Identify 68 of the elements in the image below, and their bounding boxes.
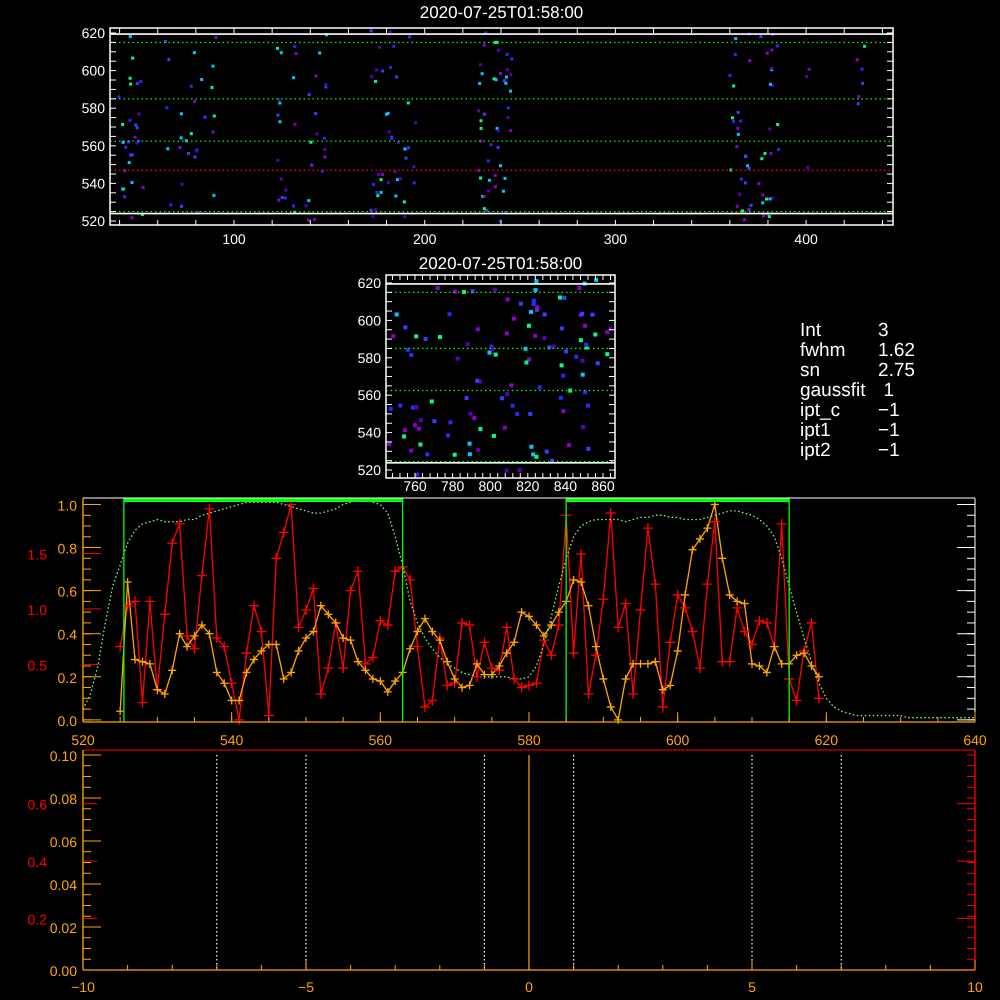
axis-tick-label: 5	[748, 979, 756, 995]
stat-label: ipt2	[800, 441, 832, 461]
axis-tick-label: 0.02	[50, 920, 77, 936]
stat-label: ipt1	[800, 421, 832, 441]
axis-tick-label: 640	[963, 732, 987, 748]
axis-tick-label: 520	[71, 732, 95, 748]
axis-tick-label: 780	[440, 478, 464, 494]
axis-tick-label: 580	[82, 100, 105, 116]
axis-tick-label: 560	[368, 732, 392, 748]
axis-tick-label: 760	[403, 478, 427, 494]
stat-label: Int	[800, 321, 822, 341]
axis-tick-label: 0.6	[58, 584, 77, 600]
axis-tick-label: 0.6	[28, 796, 47, 813]
axis-tick-label: 540	[220, 732, 244, 748]
stat-label: gaussfit	[800, 381, 866, 401]
axis-tick-label: 1.0	[58, 497, 77, 514]
stat-value: 1.62	[877, 341, 915, 361]
axis-tick-label: 0.04	[50, 877, 77, 893]
axis-tick-label: 600	[358, 312, 381, 328]
axis-tick-label: 0.00	[50, 963, 77, 979]
axis-tick-label: −5	[298, 979, 314, 995]
axis-tick-label: 100	[222, 231, 246, 247]
axis-tick-label: 200	[413, 231, 436, 247]
axis-tick-label: 0.08	[50, 791, 77, 807]
stat-label: sn	[800, 361, 822, 381]
stat-value: 3	[877, 321, 889, 341]
axis-tick-label: 600	[666, 732, 690, 748]
axis-tick-label: 860	[591, 478, 615, 494]
axis-tick-label: 0	[525, 979, 533, 995]
axis-tick-label: 1.0	[28, 602, 47, 618]
axis-tick-label: 0.8	[58, 540, 77, 557]
stat-value: −1	[877, 401, 900, 421]
axis-tick-label: 0.06	[50, 834, 77, 850]
axis-tick-label: 560	[82, 138, 105, 154]
axis-tick-label: 800	[478, 478, 502, 494]
axis-tick-label: 0.4	[58, 626, 77, 643]
axis-tick-label: 0.4	[28, 854, 47, 870]
stat-value: 1	[882, 381, 894, 401]
axis-tick-label: 300	[604, 231, 628, 247]
plot-title: 2020-07-25T01:58:00	[418, 254, 582, 273]
axis-tick-label: 0.0	[58, 712, 77, 729]
axis-tick-label: 0.5	[28, 657, 47, 674]
stat-label: fwhm	[800, 341, 846, 361]
axis-tick-label: 1.5	[28, 546, 47, 562]
axis-tick-label: 600	[82, 62, 105, 79]
axis-tick-label: −10	[71, 979, 95, 995]
stat-value: 2.75	[877, 361, 915, 381]
stat-value: −1	[877, 441, 900, 461]
axis-tick-label: 400	[794, 231, 818, 247]
axis-tick-label: 540	[358, 424, 381, 441]
axis-tick-label: 0.2	[58, 670, 77, 686]
axis-tick-label: 620	[358, 275, 381, 291]
axis-tick-label: 0.10	[50, 748, 77, 764]
axis-tick-label: 0.2	[28, 911, 47, 928]
stat-value: −1	[877, 421, 900, 441]
axis-tick-label: 620	[82, 25, 105, 41]
plot-title: 2020-07-25T01:58:00	[420, 3, 584, 22]
axis-tick-label: 520	[82, 213, 105, 229]
axis-tick-label: 820	[516, 478, 540, 494]
axis-tick-label: 580	[517, 732, 541, 748]
axis-tick-label: 10	[967, 979, 983, 995]
axis-tick-label: 840	[554, 478, 578, 494]
axis-tick-label: 520	[358, 462, 381, 478]
stat-label: ipt_c	[800, 401, 842, 421]
axis-tick-label: 580	[358, 350, 381, 366]
axis-tick-label: 560	[358, 387, 381, 404]
axis-tick-label: 620	[814, 732, 838, 748]
axis-tick-label: 540	[82, 175, 105, 192]
